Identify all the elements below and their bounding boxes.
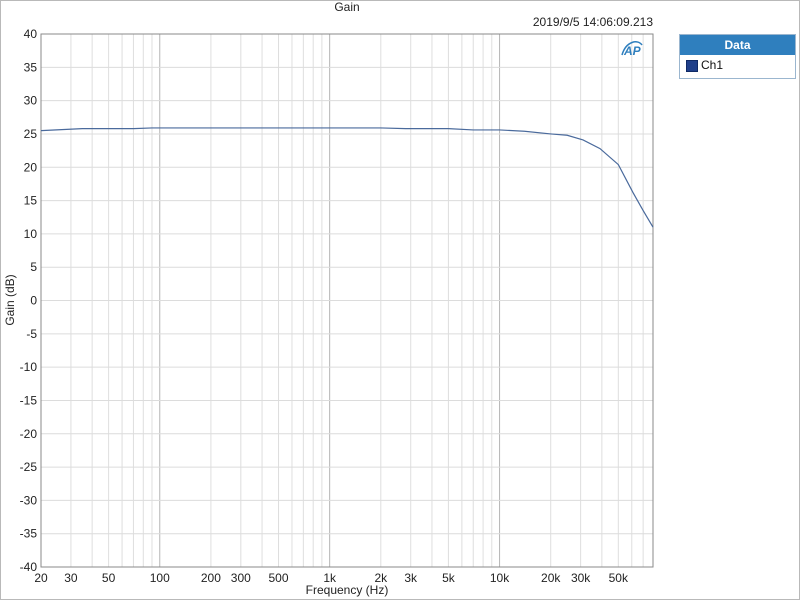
gain-plot: 4035302520151050-5-10-15-20-25-30-35-40 … xyxy=(3,27,654,597)
y-tick-label: 30 xyxy=(24,94,38,108)
x-tick-label: 500 xyxy=(268,571,288,585)
y-tick-label: 40 xyxy=(24,27,38,41)
ap-logo-icon: AP xyxy=(621,41,643,58)
x-tick-label: 300 xyxy=(231,571,251,585)
y-tick-label: -5 xyxy=(26,327,37,341)
x-tick-label: 100 xyxy=(150,571,170,585)
x-tick-label: 3k xyxy=(404,571,418,585)
legend-swatch-ch1 xyxy=(686,60,698,72)
series-lines xyxy=(40,127,654,228)
y-tick-label: 10 xyxy=(24,227,38,241)
legend-title: Data xyxy=(680,35,795,55)
y-tick-label: -35 xyxy=(20,527,38,541)
y-axis-label: Gain (dB) xyxy=(3,274,17,325)
x-tick-label: 30 xyxy=(64,571,78,585)
y-tick-label: -10 xyxy=(20,360,38,374)
x-tick-label: 50 xyxy=(102,571,116,585)
legend-label-ch1: Ch1 xyxy=(701,58,724,72)
x-tick-label: 30k xyxy=(571,571,591,585)
y-tick-label: 35 xyxy=(24,60,38,74)
y-tick-label: -20 xyxy=(20,427,38,441)
y-tick-label: -25 xyxy=(20,460,38,474)
x-tick-label: 50k xyxy=(609,571,629,585)
x-tick-label: 200 xyxy=(201,571,221,585)
x-tick-label: 10k xyxy=(490,571,510,585)
y-tick-labels: 4035302520151050-5-10-15-20-25-30-35-40 xyxy=(20,27,38,574)
svg-text:AP: AP xyxy=(623,44,642,58)
series-line-ch1 xyxy=(40,127,654,228)
y-tick-label: 20 xyxy=(24,160,38,174)
legend-item-ch1[interactable]: Ch1 xyxy=(680,55,795,77)
grid xyxy=(40,33,654,568)
y-tick-label: 0 xyxy=(30,294,37,308)
y-tick-label: -30 xyxy=(20,493,38,507)
x-tick-label: 20k xyxy=(541,571,561,585)
y-tick-label: -15 xyxy=(20,393,38,407)
y-tick-label: 15 xyxy=(24,194,38,208)
x-tick-label: 5k xyxy=(442,571,456,585)
y-tick-label: 25 xyxy=(24,127,38,141)
x-tick-label: 20 xyxy=(34,571,48,585)
legend: Data Ch1 xyxy=(679,34,796,79)
x-axis-label: Frequency (Hz) xyxy=(306,583,389,597)
y-tick-label: 5 xyxy=(30,260,37,274)
